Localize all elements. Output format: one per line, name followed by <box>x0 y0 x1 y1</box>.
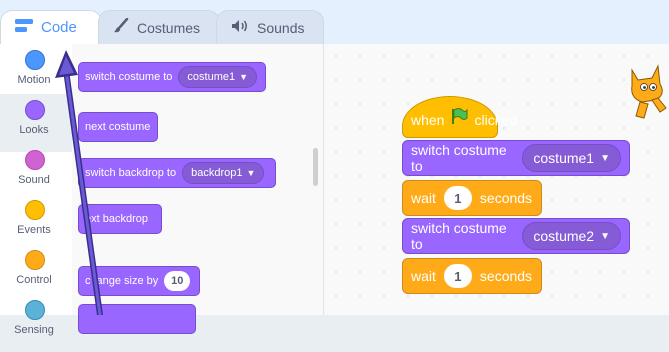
size-input[interactable]: 10 <box>164 271 191 291</box>
dropdown-value: costume2 <box>533 228 595 244</box>
costume-dropdown-1[interactable]: costume1 ▼ <box>522 144 621 172</box>
palette-block-next-costume[interactable]: next costume <box>78 112 158 142</box>
block-text: c ange size by <box>85 275 159 287</box>
wait-seconds-input[interactable]: 1 <box>443 264 472 288</box>
block-text: wait <box>411 268 436 284</box>
category-label: Control <box>16 274 52 286</box>
switch-costume-block-2[interactable]: switch costume to costume2 ▼ <box>402 218 630 254</box>
block-text: seconds <box>479 190 533 206</box>
block-text: switch costume to <box>85 71 173 83</box>
sound-dot-icon <box>25 150 45 170</box>
chevron-down-icon: ▼ <box>600 152 610 164</box>
dropdown-value: costume1 <box>533 150 595 166</box>
block-text: switch costume to <box>411 142 507 174</box>
block-text: switch backdrop to <box>85 167 177 179</box>
category-label: Sound <box>18 174 50 186</box>
palette-block-switch-backdrop[interactable]: switch backdrop to backdrop1 ▼ <box>78 158 276 188</box>
category-label: Events <box>17 224 51 236</box>
tab-code-label: Code <box>41 19 77 36</box>
editor-tab-bar: Code Costumes Sounds <box>0 0 669 44</box>
control-dot-icon <box>25 250 45 270</box>
chevron-down-icon: ▼ <box>600 230 610 242</box>
palette-scrollbar[interactable] <box>313 148 318 186</box>
palette-block-partial[interactable] <box>78 304 196 334</box>
wait-seconds-input[interactable]: 1 <box>443 186 472 210</box>
block-text: next costume <box>85 121 151 133</box>
motion-dot-icon <box>25 50 45 70</box>
chevron-down-icon: ▼ <box>246 168 256 178</box>
block-text: when <box>411 112 445 128</box>
dropdown-value: costume1 <box>187 71 236 83</box>
tab-sounds[interactable]: Sounds <box>216 10 324 44</box>
tab-costumes-label: Costumes <box>137 19 201 36</box>
wait-block-1[interactable]: wait 1 seconds <box>402 180 542 216</box>
palette-block-switch-costume[interactable]: switch costume to costume1 ▼ <box>78 62 266 92</box>
category-sensing[interactable]: Sensing <box>0 294 72 352</box>
palette-block-change-size[interactable]: c ange size by 10 <box>78 266 200 296</box>
block-text: switch costume to <box>411 220 507 252</box>
block-text: wait <box>411 190 436 206</box>
code-icon <box>15 18 33 37</box>
block-text: seconds <box>479 268 533 284</box>
looks-dot-icon <box>25 100 45 120</box>
chevron-down-icon: ▼ <box>239 72 249 82</box>
block-categories: Motion Looks Sound Events Control Sensin… <box>0 44 73 336</box>
sensing-dot-icon <box>25 300 45 320</box>
category-label: Looks <box>19 124 49 136</box>
events-dot-icon <box>25 200 45 220</box>
backdrop-dropdown[interactable]: backdrop1 ▼ <box>182 162 265 184</box>
green-flag-icon <box>450 107 468 128</box>
costume-dropdown[interactable]: costume1 ▼ <box>178 66 258 88</box>
category-label: Motion <box>17 74 51 86</box>
brush-icon <box>113 17 129 37</box>
palette-block-next-backdrop[interactable]: ext backdrop <box>78 204 162 234</box>
block-text: clicked <box>474 112 518 128</box>
block-text: ext backdrop <box>85 213 148 225</box>
switch-costume-block-1[interactable]: switch costume to costume1 ▼ <box>402 140 630 176</box>
speaker-icon <box>231 19 249 36</box>
tab-code[interactable]: Code <box>0 10 102 44</box>
wait-block-2[interactable]: wait 1 seconds <box>402 258 542 294</box>
sprite-thumbnail-icon[interactable] <box>622 60 668 122</box>
category-label: Sensing <box>14 324 54 336</box>
costume-dropdown-2[interactable]: costume2 ▼ <box>522 222 621 250</box>
tab-sounds-label: Sounds <box>257 19 305 36</box>
dropdown-value: backdrop1 <box>191 167 243 179</box>
tab-costumes[interactable]: Costumes <box>98 10 220 44</box>
